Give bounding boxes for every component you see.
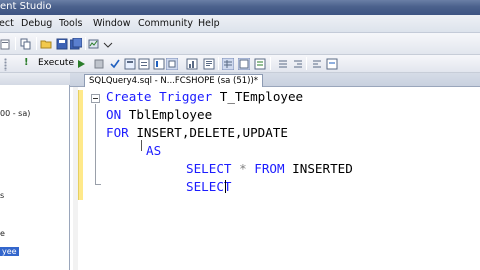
comment-out-icon[interactable] xyxy=(254,58,266,70)
toolbar-separator xyxy=(218,57,219,70)
display-estimated-plan-icon[interactable] xyxy=(124,58,136,70)
specify-template-values-icon[interactable] xyxy=(326,58,338,70)
window-title: ent Studio xyxy=(0,1,52,12)
decrease-indent-icon[interactable] xyxy=(292,58,304,70)
activity-monitor-icon[interactable] xyxy=(88,38,100,50)
open-file-icon[interactable] xyxy=(40,38,52,50)
code-line-4: AS xyxy=(146,143,162,158)
menu-project[interactable]: ect xyxy=(0,18,14,29)
mouse-ibeam-cursor xyxy=(141,140,142,151)
uncomment-icon[interactable] xyxy=(277,58,289,70)
increase-indent-icon[interactable] xyxy=(311,58,323,70)
results-to-file-icon[interactable] xyxy=(238,58,250,70)
code-line-3: FOR INSERT,DELETE,UPDATE xyxy=(106,125,288,140)
include-plan-icon[interactable] xyxy=(166,58,178,70)
toolbar-options-chevron-icon[interactable] xyxy=(102,39,114,51)
menu-debug[interactable]: Debug xyxy=(21,18,52,29)
cancel-query-icon[interactable] xyxy=(93,58,105,70)
toolbar-grip[interactable] xyxy=(4,58,7,71)
tree-node-fragment[interactable]: s xyxy=(0,191,4,200)
copy-icon[interactable] xyxy=(20,38,32,50)
results-to-grid-icon[interactable] xyxy=(222,58,234,70)
document-tab-strip: SQLQuery4.sql - N...FCSHOPE (sa (51))* xyxy=(70,73,480,87)
query-options-icon[interactable] xyxy=(138,58,150,70)
selected-table-node[interactable]: yee xyxy=(0,247,19,256)
collapse-toggle-icon[interactable] xyxy=(91,94,100,103)
menu-window[interactable]: Window xyxy=(93,18,130,29)
results-to-text-icon[interactable] xyxy=(203,58,215,70)
toolbar-separator xyxy=(15,37,16,50)
tree-node-fragment[interactable]: e xyxy=(0,229,5,238)
code-line-5: SELECT * FROM INSERTED xyxy=(186,161,353,176)
outline-end-tick xyxy=(95,184,101,185)
sql-editor-toolbar: ! Execute xyxy=(0,55,480,73)
save-icon[interactable] xyxy=(56,38,68,50)
tab-sqlquery4[interactable]: SQLQuery4.sql - N...FCSHOPE (sa (51))* xyxy=(84,74,264,87)
server-node-label[interactable]: 00 - sa) xyxy=(0,109,30,118)
toolbar-separator xyxy=(270,57,271,70)
toolbar-separator xyxy=(85,37,86,50)
change-tracking-bar xyxy=(78,90,83,200)
new-query-icon[interactable] xyxy=(0,38,12,50)
menu-community[interactable]: Community xyxy=(138,18,193,29)
outline-line xyxy=(95,104,96,184)
save-all-icon[interactable] xyxy=(70,38,82,50)
toolbar-separator xyxy=(306,57,307,70)
execute-icon: ! xyxy=(24,57,29,68)
debug-icon[interactable] xyxy=(76,58,88,70)
code-line-1: Create Trigger T_TEmployee xyxy=(106,89,304,104)
menu-bar: ect Debug Tools Window Community Help xyxy=(0,15,480,33)
client-statistics-icon[interactable] xyxy=(186,58,198,70)
standard-toolbar xyxy=(0,33,480,55)
menu-help[interactable]: Help xyxy=(198,18,220,29)
toolbar-separator xyxy=(36,37,37,50)
menu-tools[interactable]: Tools xyxy=(59,18,82,29)
code-line-2: ON TblEmployee xyxy=(106,107,213,122)
object-explorer-panel: 00 - sa) s e yee xyxy=(0,73,70,270)
parse-check-icon[interactable] xyxy=(109,58,121,70)
intellisense-icon[interactable] xyxy=(153,58,165,70)
title-bar: ent Studio xyxy=(0,0,480,15)
text-caret xyxy=(225,180,226,193)
object-explorer-header xyxy=(0,73,70,85)
